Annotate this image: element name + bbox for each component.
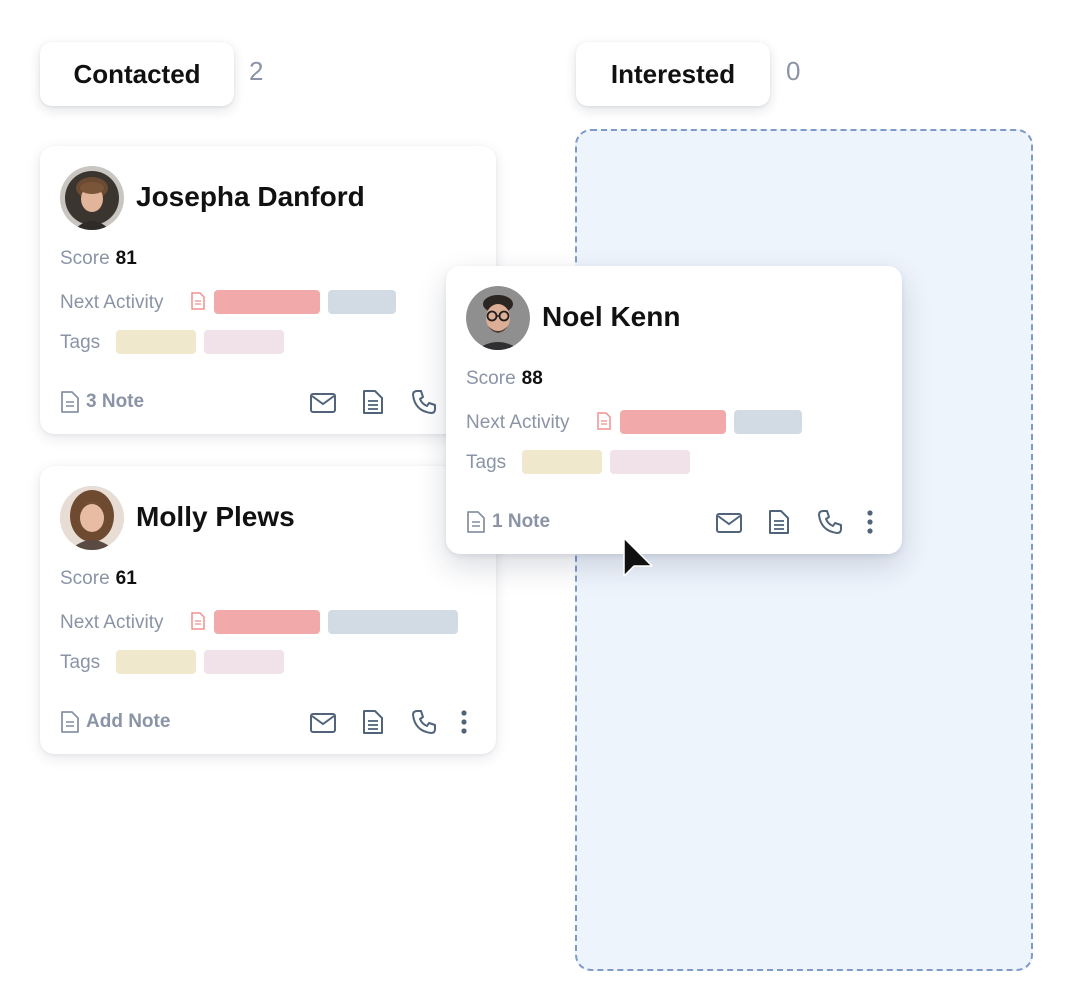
note-label: 3 Note <box>86 391 145 412</box>
score-label: Score <box>60 568 110 589</box>
phone-icon[interactable] <box>816 508 844 536</box>
lead-name: Josepha Danford <box>136 181 365 212</box>
lead-card[interactable]: Josepha Danford Score 81 Next Activity Ta… <box>40 146 496 434</box>
next-activity-label: Next Activity <box>466 412 570 433</box>
activity-detail-bar <box>328 290 396 314</box>
file-icon[interactable] <box>766 508 792 536</box>
file-icon[interactable] <box>360 388 386 416</box>
phone-icon[interactable] <box>410 708 438 736</box>
note-label: 1 Note <box>492 511 551 532</box>
tag-chip <box>522 450 602 474</box>
note-link[interactable]: 1 Note <box>466 510 550 534</box>
tag-chip <box>204 650 284 674</box>
mail-icon[interactable] <box>308 710 338 736</box>
score-value: 61 <box>115 568 137 589</box>
document-icon <box>191 292 205 310</box>
score-row: Score 61 <box>60 568 137 590</box>
activity-bar <box>214 290 320 314</box>
file-icon[interactable] <box>360 708 386 736</box>
document-icon <box>597 412 611 430</box>
lead-card-dragging[interactable]: Noel Kenn Score 88 Next Activity Tags 1 N… <box>446 266 902 554</box>
activity-bar <box>214 610 320 634</box>
tag-chip <box>610 450 690 474</box>
note-link[interactable]: 3 Note <box>60 390 144 414</box>
lead-card[interactable]: Molly Plews Score 61 Next Activity Tags A… <box>40 466 496 754</box>
column-count: 0 <box>786 56 801 86</box>
document-icon <box>61 391 79 413</box>
cursor-icon <box>623 537 653 577</box>
mail-icon[interactable] <box>714 510 744 536</box>
tag-chip <box>204 330 284 354</box>
document-icon <box>467 511 485 533</box>
more-vertical-icon[interactable] <box>454 708 474 736</box>
more-vertical-icon[interactable] <box>860 508 880 536</box>
next-activity-label: Next Activity <box>60 612 164 633</box>
document-icon <box>61 711 79 733</box>
activity-detail-bar <box>734 410 802 434</box>
column-header-contacted: Contacted <box>40 42 234 106</box>
tags-label: Tags <box>60 652 101 673</box>
tag-chip <box>116 330 196 354</box>
tags-label: Tags <box>60 332 101 353</box>
score-row: Score 88 <box>466 368 543 390</box>
avatar <box>60 486 124 550</box>
score-row: Score 81 <box>60 248 137 270</box>
lead-name: Noel Kenn <box>542 301 681 332</box>
score-value: 88 <box>521 368 543 389</box>
avatar <box>466 286 530 350</box>
column-title: Contacted <box>73 58 201 89</box>
avatar <box>60 166 124 230</box>
note-label: Add Note <box>86 711 171 732</box>
tag-chip <box>116 650 196 674</box>
add-note-link[interactable]: Add Note <box>60 710 170 734</box>
lead-name: Molly Plews <box>136 501 295 532</box>
next-activity-label: Next Activity <box>60 292 164 313</box>
score-label: Score <box>60 248 110 269</box>
activity-detail-bar <box>328 610 458 634</box>
column-title: Interested <box>610 58 736 89</box>
tags-label: Tags <box>466 452 507 473</box>
phone-icon[interactable] <box>410 388 438 416</box>
score-value: 81 <box>115 248 137 269</box>
column-count: 2 <box>249 56 264 86</box>
mail-icon[interactable] <box>308 390 338 416</box>
column-header-interested: Interested <box>576 42 770 106</box>
activity-bar <box>620 410 726 434</box>
score-label: Score <box>466 368 516 389</box>
document-icon <box>191 612 205 630</box>
